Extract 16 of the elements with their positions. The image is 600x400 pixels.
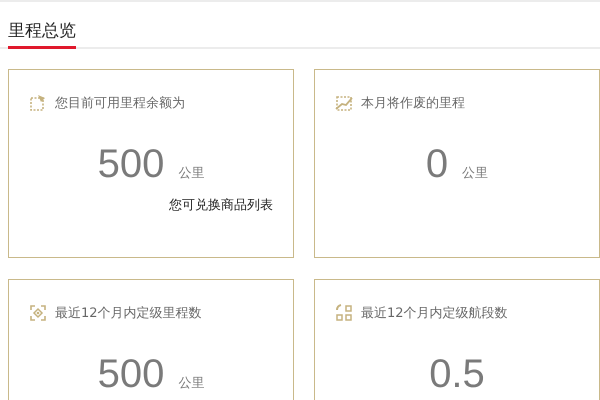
stat-value: 0	[426, 142, 448, 186]
card-title: 最近12个月内定级里程数	[55, 305, 202, 322]
stat-value: 500	[98, 142, 164, 186]
stat-value: 0.5	[429, 352, 485, 396]
unit-label: 公里	[462, 165, 488, 182]
stat-value: 500	[98, 352, 164, 396]
unit-label: 公里	[178, 375, 204, 392]
target-icon	[29, 304, 47, 322]
section-title: 里程总览	[8, 20, 76, 49]
card-title: 您目前可用里程余额为	[55, 95, 185, 112]
card-title: 最近12个月内定级航段数	[361, 305, 508, 322]
card-title: 本月将作废的里程	[361, 95, 465, 112]
unit-label: 公里	[178, 165, 204, 182]
product-list-link[interactable]: 您可兑换商品列表	[169, 196, 273, 214]
grid-icon	[335, 304, 353, 322]
chart-icon	[335, 94, 353, 112]
